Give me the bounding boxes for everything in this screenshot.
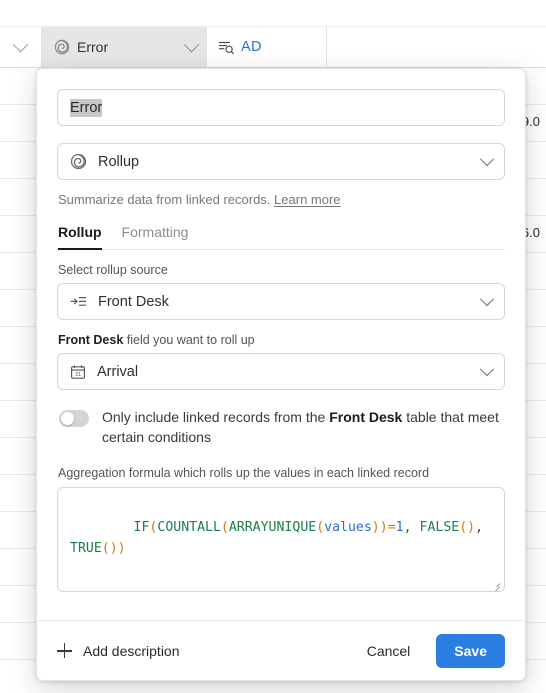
calendar-icon: 31: [70, 364, 86, 380]
formula-label: Aggregation formula which rolls up the v…: [58, 465, 430, 480]
field-type-value: Rollup: [98, 153, 140, 170]
grid-column-label: AD: [241, 39, 262, 55]
rollup-field-value-wrap: 31 Arrival: [70, 364, 138, 380]
rollup-field-select[interactable]: 31 Arrival: [57, 353, 505, 390]
lookup-search-icon: [218, 40, 235, 55]
app-root: Error AD 9.0 6.0 Error Rollup Summarize …: [0, 0, 546, 693]
rollup-field-label: Front Desk field you want to roll up: [58, 333, 505, 347]
add-description-button[interactable]: Add description: [57, 643, 180, 659]
rollup-field-label-rest: field you want to roll up: [123, 333, 255, 347]
field-name-value: Error: [70, 98, 103, 117]
grid-column-header-empty: [327, 27, 546, 67]
dialog-body: Error Rollup Summarize data from linked …: [37, 69, 525, 592]
grid-header: Error AD: [0, 0, 546, 68]
conditions-toggle[interactable]: [59, 410, 89, 427]
field-editor-dialog: Error Rollup Summarize data from linked …: [36, 68, 526, 681]
chevron-down-icon: [479, 361, 495, 376]
chevron-down-icon: [12, 36, 29, 52]
chevron-down-icon: [479, 291, 495, 306]
toggle-text-table: Front Desk: [329, 409, 403, 425]
hint-text: Summarize data from linked records.: [58, 192, 271, 207]
conditions-toggle-row[interactable]: Only include linked records from the Fro…: [57, 407, 505, 448]
toggle-text-before: Only include linked records from the: [102, 409, 330, 425]
rollup-field-label-table: Front Desk: [58, 333, 124, 347]
tab-formatting[interactable]: Formatting: [122, 224, 189, 250]
save-button[interactable]: Save: [436, 633, 505, 668]
field-type-select[interactable]: Rollup: [57, 143, 505, 180]
svg-text:31: 31: [75, 372, 81, 378]
footer-actions: Cancel Save: [357, 633, 505, 668]
cancel-button[interactable]: Cancel: [357, 635, 421, 667]
rollup-source-select[interactable]: Front Desk: [57, 283, 505, 320]
add-description-label: Add description: [83, 642, 180, 659]
chevron-down-icon: [479, 151, 495, 166]
grid-column-header-error[interactable]: Error: [42, 27, 207, 67]
chevron-down-icon: [183, 36, 199, 52]
formula-editor[interactable]: IF(COUNTALL(ARRAYUNIQUE(values))=1, FALS…: [57, 486, 505, 592]
link-to-record-icon: [70, 294, 87, 309]
rollup-spiral-icon: [70, 153, 87, 170]
field-name-input[interactable]: Error: [57, 89, 505, 126]
grid-column-label: Error: [77, 39, 109, 55]
rollup-source-value: Front Desk: [98, 293, 169, 310]
toggle-knob: [61, 412, 74, 425]
plus-icon: [57, 643, 72, 658]
resize-handle[interactable]: [489, 577, 501, 591]
conditions-toggle-label: Only include linked records from the Fro…: [102, 407, 502, 448]
grid-toolbar-strip: [0, 0, 546, 27]
rollup-field-value: Arrival: [97, 363, 139, 380]
dialog-footer: Add description Cancel Save: [37, 620, 525, 680]
grid-column-header-ad[interactable]: AD: [207, 27, 327, 67]
field-type-value-wrap: Rollup: [70, 153, 139, 170]
grid-column-collapse[interactable]: [0, 27, 42, 67]
rollup-source-value-wrap: Front Desk: [70, 294, 169, 310]
dialog-tabs: Rollup Formatting: [57, 224, 505, 250]
grid-column-menu-button[interactable]: [183, 36, 199, 53]
rollup-source-label: Select rollup source: [58, 263, 168, 277]
formula-text: IF(COUNTALL(ARRAYUNIQUE(values))=1, FALS…: [70, 520, 484, 556]
tab-rollup[interactable]: Rollup: [58, 224, 102, 250]
grid-column-header-row: Error AD: [0, 27, 546, 67]
learn-more-link[interactable]: Learn more: [274, 192, 340, 207]
field-type-hint: Summarize data from linked records. Lear…: [58, 192, 505, 207]
rollup-spiral-icon: [54, 39, 70, 55]
